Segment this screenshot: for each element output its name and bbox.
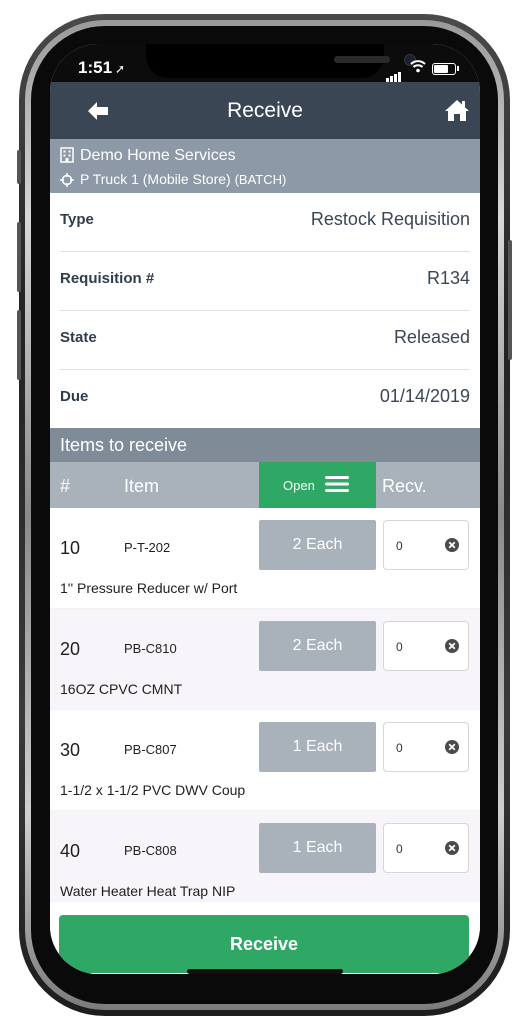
- company-name: Demo Home Services: [80, 147, 236, 164]
- detail-label: Due: [60, 388, 89, 405]
- detail-value: Restock Requisition: [310, 209, 470, 229]
- detail-label: Type: [60, 211, 94, 228]
- clear-icon[interactable]: [444, 638, 460, 654]
- column-recv: Recv.: [382, 476, 427, 496]
- battery-tip: [457, 66, 459, 71]
- detail-row-state: State Released: [60, 311, 470, 370]
- item-description: Water Heater Heat Trap NIP: [60, 883, 236, 899]
- wifi-icon: [410, 60, 426, 73]
- receive-quantity-input[interactable]: 0: [383, 621, 469, 671]
- item-code: PB-C810: [124, 641, 177, 656]
- item-description: 16OZ CPVC CMNT: [60, 681, 183, 697]
- column-number: #: [60, 476, 71, 496]
- home-indicator[interactable]: [187, 969, 343, 974]
- detail-value: 01/14/2019: [379, 386, 470, 406]
- receive-quantity-value: 0: [396, 640, 403, 654]
- column-item: Item: [124, 476, 160, 496]
- detail-value: R134: [426, 268, 470, 288]
- status-bar: 1:51 ➚: [50, 44, 480, 82]
- silent-switch: [17, 150, 21, 184]
- detail-label: State: [60, 329, 97, 346]
- detail-row-requisition: Requisition # R134: [60, 252, 470, 311]
- clear-icon[interactable]: [444, 840, 460, 856]
- items-section-header: Items to receive: [50, 428, 480, 462]
- volume-up-button: [17, 222, 21, 292]
- clear-icon[interactable]: [444, 739, 460, 755]
- cellular-signal-icon: [386, 64, 402, 82]
- notch: [146, 44, 416, 78]
- item-row: 20 PB-C810 2 Each 0 16OZ CPVC CMNT: [50, 609, 480, 709]
- item-code: PB-C807: [124, 742, 177, 757]
- store-name: P Truck 1 (Mobile Store): [80, 171, 231, 187]
- receive-quantity-value: 0: [396, 539, 403, 553]
- location-arrow-icon: ➚: [115, 62, 126, 76]
- item-code: P-T-202: [124, 540, 171, 555]
- speaker: [334, 56, 390, 63]
- detail-label: Requisition #: [60, 270, 155, 287]
- detail-row-type: Type Restock Requisition: [60, 193, 470, 252]
- requisition-details: Type Restock Requisition Requisition # R…: [50, 193, 480, 429]
- item-number: 10: [60, 538, 81, 558]
- item-number: 20: [60, 639, 81, 659]
- menu-icon: [325, 476, 349, 492]
- home-icon[interactable]: [444, 98, 470, 122]
- open-quantity-button[interactable]: 1 Each: [259, 722, 376, 772]
- item-number: 40: [60, 841, 81, 861]
- power-button: [508, 240, 512, 360]
- receive-quantity-input[interactable]: 0: [383, 520, 469, 570]
- receive-quantity-input[interactable]: 0: [383, 823, 469, 873]
- volume-down-button: [17, 310, 21, 380]
- items-column-header: # Item Open Recv.: [50, 462, 480, 508]
- item-description: 1'' Pressure Reducer w/ Port: [60, 580, 238, 596]
- batch-mode-label: (BATCH): [234, 172, 287, 187]
- detail-row-due: Due 01/14/2019: [60, 370, 470, 429]
- receive-quantity-value: 0: [396, 842, 403, 856]
- nav-bar: Receive: [50, 82, 480, 139]
- item-number: 30: [60, 740, 81, 760]
- open-quantity-button[interactable]: 1 Each: [259, 823, 376, 873]
- battery-icon: [432, 63, 456, 75]
- item-row: 40 PB-C808 1 Each 0 Water Heater Heat Tr…: [50, 811, 480, 911]
- store-line: P Truck 1 (Mobile Store) (BATCH): [60, 171, 286, 187]
- open-filter-button[interactable]: Open: [259, 462, 376, 508]
- open-quantity-button[interactable]: 2 Each: [259, 621, 376, 671]
- location-header: Demo Home Services P Truck 1 (Mobile Sto…: [50, 139, 480, 193]
- receive-button[interactable]: Receive: [59, 915, 469, 973]
- crosshair-icon: [60, 173, 74, 187]
- app-screen: 1:51 ➚ Receive Demo Home Services P Truc…: [50, 44, 480, 974]
- detail-value: Released: [393, 327, 470, 347]
- building-icon: [60, 147, 74, 163]
- item-code: PB-C808: [124, 843, 177, 858]
- column-open: Open: [283, 478, 315, 493]
- item-row: 30 PB-C807 1 Each 0 1-1/2 x 1-1/2 PVC DW…: [50, 710, 480, 810]
- receive-quantity-value: 0: [396, 741, 403, 755]
- item-description: 1-1/2 x 1-1/2 PVC DWV Coup: [60, 782, 246, 798]
- receive-quantity-input[interactable]: 0: [383, 722, 469, 772]
- status-time: 1:51 ➚: [78, 58, 126, 77]
- clear-icon[interactable]: [444, 537, 460, 553]
- item-row: 10 P-T-202 2 Each 0 1'' Pressure Reducer…: [50, 508, 480, 608]
- page-title: Receive: [227, 99, 303, 122]
- open-quantity-button[interactable]: 2 Each: [259, 520, 376, 570]
- company-line: Demo Home Services: [60, 147, 236, 165]
- items-section-title: Items to receive: [60, 435, 188, 455]
